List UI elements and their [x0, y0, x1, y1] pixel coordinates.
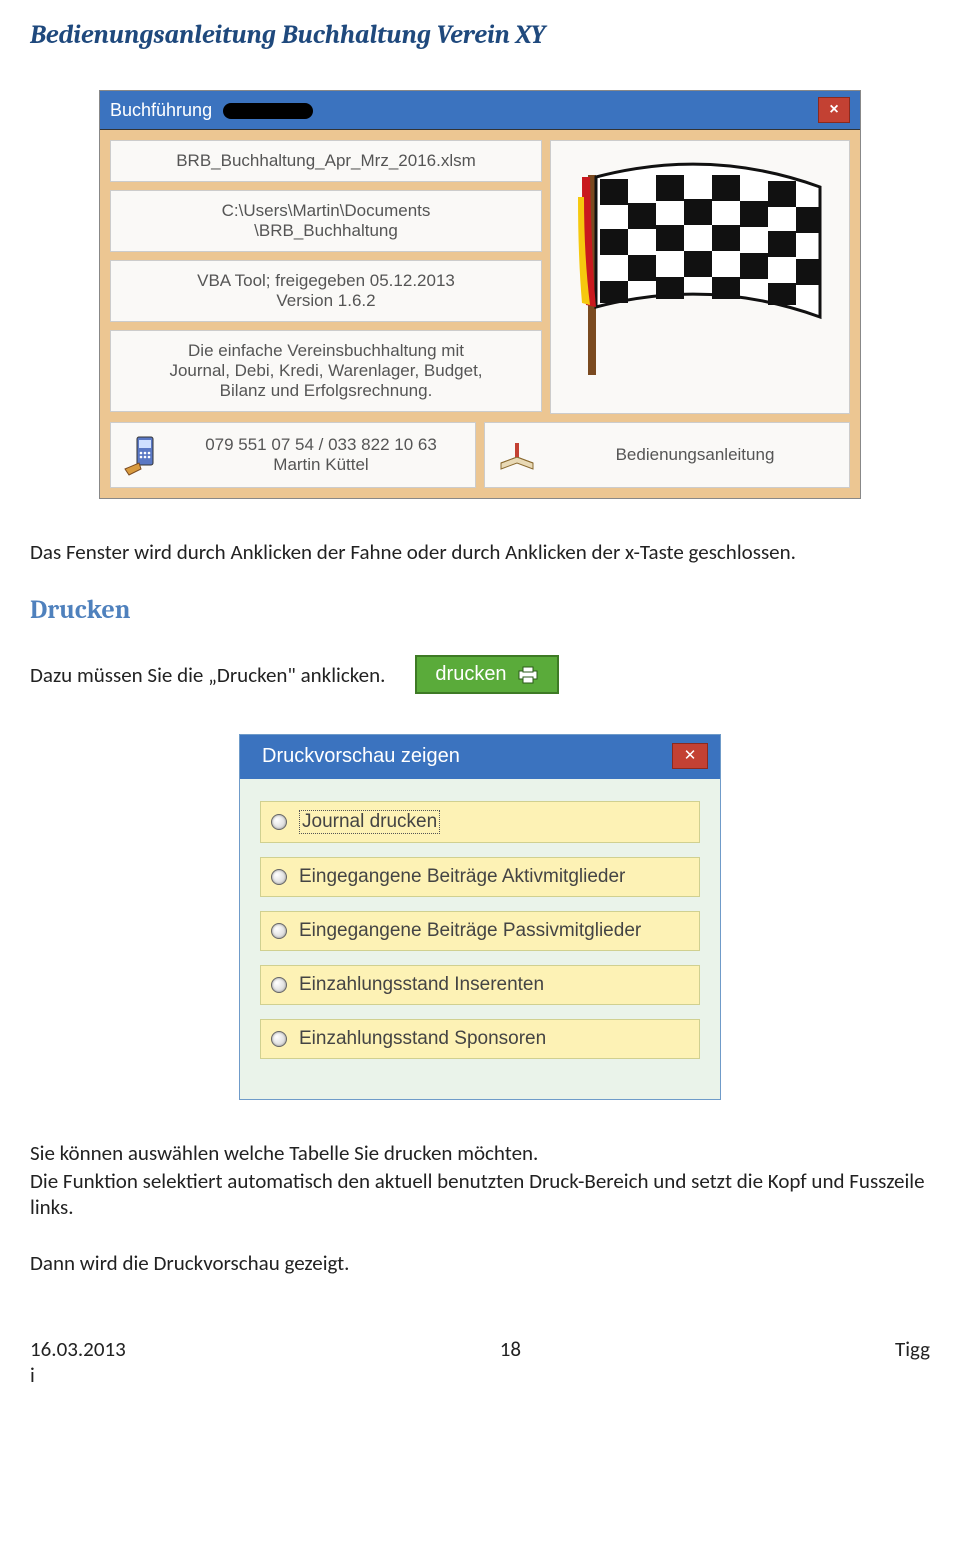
- contact-cell: 079 551 07 54 / 033 822 10 63 Martin Küt…: [110, 422, 476, 488]
- footer-i: i: [30, 1362, 126, 1388]
- preview-close-button[interactable]: ✕: [672, 743, 708, 769]
- radio-label: Eingegangene Beiträge Aktivmitglieder: [299, 866, 625, 888]
- about-path-line2: \BRB_Buchhaltung: [123, 221, 529, 241]
- paragraph-preview-shown: Dann wird die Druckvorschau gezeigt.: [30, 1250, 930, 1276]
- close-button[interactable]: ×: [818, 97, 850, 123]
- drucken-button-label: drucken: [435, 663, 506, 686]
- radio-beitraege-aktiv[interactable]: Eingegangene Beiträge Aktivmitglieder: [260, 857, 700, 897]
- drucken-button[interactable]: drucken: [415, 655, 558, 694]
- radio-label: Eingegangene Beiträge Passivmitglieder: [299, 920, 641, 942]
- book-icon: [495, 433, 539, 477]
- about-description: Die einfache Vereinsbuchhaltung mit Jour…: [110, 330, 542, 412]
- about-path-line1: C:\Users\Martin\Documents: [123, 201, 529, 221]
- radio-icon: [271, 869, 287, 885]
- manual-cell[interactable]: Bedienungsanleitung: [484, 422, 850, 488]
- about-filename: BRB_Buchhaltung_Apr_Mrz_2016.xlsm: [110, 140, 542, 182]
- about-desc-line1: Die einfache Vereinsbuchhaltung mit: [123, 341, 529, 361]
- paragraph-select-table: Sie können auswählen welche Tabelle Sie …: [30, 1140, 930, 1166]
- about-version-line1: VBA Tool; freigegeben 05.12.2013: [123, 271, 529, 291]
- printer-icon: [517, 666, 539, 684]
- paragraph-close-window: Das Fenster wird durch Anklicken der Fah…: [30, 539, 930, 565]
- doc-title: Bedienungsanleitung Buchhaltung Verein X…: [30, 20, 930, 50]
- print-preview-dialog: Druckvorschau zeigen ✕ Journal drucken E…: [239, 734, 721, 1100]
- contact-phone: 079 551 07 54 / 033 822 10 63: [177, 435, 465, 455]
- paragraph-drucken-hint: Dazu müssen Sie die „Drucken" anklicken.: [30, 662, 385, 688]
- footer-author: Tigg: [895, 1336, 930, 1388]
- footer-date: 16.03.2013: [30, 1336, 126, 1362]
- redacted-bar: [223, 103, 313, 119]
- about-dialog: Buchführung × BRB_Buchhaltung_Apr_Mrz_20…: [99, 90, 861, 499]
- radio-journal-drucken[interactable]: Journal drucken: [260, 801, 700, 843]
- radio-inserenten[interactable]: Einzahlungsstand Inserenten: [260, 965, 700, 1005]
- phone-icon: [121, 433, 165, 477]
- heading-drucken: Drucken: [30, 595, 930, 625]
- radio-icon: [271, 814, 287, 830]
- radio-icon: [271, 1031, 287, 1047]
- manual-label: Bedienungsanleitung: [551, 445, 839, 465]
- radio-label: Einzahlungsstand Sponsoren: [299, 1028, 546, 1050]
- paragraph-auto-select: Die Funktion selektiert automatisch den …: [30, 1168, 930, 1220]
- radio-beitraege-passiv[interactable]: Eingegangene Beiträge Passivmitglieder: [260, 911, 700, 951]
- about-desc-line2: Journal, Debi, Kredi, Warenlager, Budget…: [123, 361, 529, 381]
- about-version-line2: Version 1.6.2: [123, 291, 529, 311]
- radio-label: Einzahlungsstand Inserenten: [299, 974, 544, 996]
- radio-icon: [271, 977, 287, 993]
- radio-icon: [271, 923, 287, 939]
- contact-name: Martin Küttel: [177, 455, 465, 475]
- radio-sponsoren[interactable]: Einzahlungsstand Sponsoren: [260, 1019, 700, 1059]
- footer-page-number: 18: [500, 1336, 521, 1388]
- radio-label: Journal drucken: [299, 810, 440, 834]
- about-titlebar: Buchführung ×: [100, 91, 860, 130]
- about-desc-line3: Bilanz und Erfolgsrechnung.: [123, 381, 529, 401]
- about-version: VBA Tool; freigegeben 05.12.2013 Version…: [110, 260, 542, 322]
- about-path: C:\Users\Martin\Documents \BRB_Buchhaltu…: [110, 190, 542, 252]
- checkered-flag-icon[interactable]: [550, 140, 850, 414]
- page-footer: 16.03.2013 i 18 Tigg: [30, 1336, 930, 1388]
- preview-title-text: Druckvorschau zeigen: [262, 745, 460, 768]
- preview-titlebar: Druckvorschau zeigen ✕: [240, 735, 720, 779]
- about-title-text: Buchführung: [110, 100, 212, 120]
